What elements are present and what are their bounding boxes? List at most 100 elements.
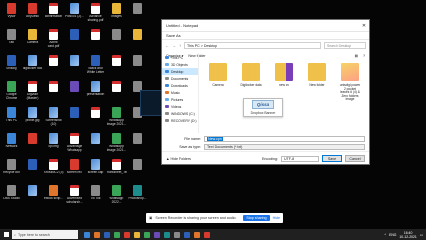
taskbar-app-icon[interactable] (174, 231, 180, 238)
desktop-icon[interactable] (127, 1, 148, 27)
desktop-icon[interactable] (85, 131, 106, 157)
desktop-icon[interactable] (43, 79, 64, 105)
search-input[interactable]: Search Desktop (324, 42, 366, 49)
nav-item[interactable]: Music (162, 89, 198, 96)
nav-item[interactable]: Documents (162, 75, 198, 82)
chevron-up-icon[interactable]: ^ (384, 233, 386, 237)
desktop-icon[interactable] (43, 53, 64, 79)
taskbar-app-icon[interactable] (164, 231, 170, 238)
desktop-icon[interactable]: Google Chrome (1, 79, 22, 105)
desktop-icon[interactable]: Admit card.pdf (43, 27, 64, 53)
start-button[interactable] (0, 229, 12, 240)
taskbar-app-icon[interactable] (94, 231, 100, 238)
nav-item[interactable]: 3D Objects (162, 61, 198, 68)
desktop-icon[interactable]: profile.jpg (22, 105, 43, 131)
desktop-icon[interactable] (127, 131, 148, 157)
nav-item[interactable]: Pictures (162, 96, 198, 103)
desktop-icon[interactable]: presentation (85, 79, 106, 105)
clock[interactable]: 16:40 10-12-2021 (399, 231, 416, 239)
save-button[interactable]: Save (322, 155, 342, 162)
desktop-icon[interactable] (64, 79, 85, 105)
save-type-select[interactable]: Text Documents (*.txt) (204, 143, 365, 150)
desktop-icon[interactable]: digilocker doc (22, 53, 43, 79)
desktop-icon[interactable] (64, 53, 85, 79)
desktop-icon[interactable]: Screenshot (10) (43, 105, 64, 131)
nav-item[interactable]: Downloads (162, 82, 198, 89)
nav-item[interactable]: This PC (162, 54, 198, 61)
desktop-icon[interactable]: whatsapp 2022... (106, 183, 127, 209)
desktop-icon[interactable]: SRIMBIC2 (3) (43, 157, 64, 183)
desktop-icon[interactable]: WhatsApp Image 2021... (106, 105, 127, 131)
notification-icon[interactable]: ▭ (420, 233, 423, 237)
desktop-icon[interactable] (106, 53, 127, 79)
language-indicator[interactable]: ENG (389, 233, 396, 237)
desktop-icon[interactable]: Pics001 (2)... (64, 1, 85, 27)
taskbar-app-icon[interactable] (184, 231, 190, 238)
desktop-icon[interactable]: Camera (22, 27, 43, 53)
desktop-icon[interactable]: screen cap (85, 157, 106, 183)
desktop-icon[interactable]: Advantage Whatsapp (64, 131, 85, 157)
desktop-icon[interactable] (22, 131, 43, 157)
desktop-icon[interactable] (106, 79, 127, 105)
nav-item[interactable]: Desktop (162, 68, 198, 75)
desktop-icon[interactable] (85, 105, 106, 131)
desktop-icon[interactable]: screen rec (64, 157, 85, 183)
desktop-icon[interactable]: WhatsApp Image 2021... (106, 131, 127, 157)
nav-item[interactable]: WINDOWS (C:) (162, 110, 198, 117)
file-item[interactable]: unisdigi power 2 pocket leaves 6 (4) & Z… (339, 63, 361, 133)
desktop-icon[interactable]: Tik Tok (85, 183, 106, 209)
taskbar-app-icon[interactable] (104, 231, 110, 238)
taskbar-app-icon[interactable] (124, 231, 130, 238)
address-bar[interactable]: This PC > Desktop (184, 42, 321, 49)
nav-item[interactable]: Videos (162, 103, 198, 110)
cancel-button[interactable]: Cancel (345, 155, 365, 162)
file-item[interactable]: New folder (306, 63, 328, 133)
taskbar-app-icon[interactable] (114, 231, 120, 238)
encoding-select[interactable]: UTF-8 (281, 155, 319, 162)
close-icon[interactable]: ✕ (359, 23, 369, 29)
desktop-icon[interactable]: Network (1, 131, 22, 157)
taskbar-app-icon[interactable] (204, 231, 210, 238)
desktop-icon[interactable]: Black and White Letter (85, 53, 106, 79)
back-arrow-icon[interactable]: ← (165, 43, 169, 48)
desktop-icon[interactable]: Photoshop... (127, 183, 148, 209)
desktop-icon[interactable]: DigiAsh (Master) (22, 79, 43, 105)
desktop-icon[interactable]: Recycle Bin (1, 157, 22, 183)
desktop-icon[interactable] (127, 53, 148, 79)
desktop-icon[interactable]: Tab (1, 27, 22, 53)
desktop-icon[interactable]: AnyDesk (22, 1, 43, 27)
stop-sharing-button[interactable]: Stop sharing (243, 215, 270, 221)
forward-arrow-icon[interactable]: → (172, 43, 176, 48)
desktop-icon[interactable] (127, 157, 148, 183)
taskbar-app-icon[interactable] (154, 231, 160, 238)
desktop-icon[interactable] (64, 27, 85, 53)
up-arrow-icon[interactable]: ↑ (179, 43, 181, 48)
desktop-icon[interactable] (106, 27, 127, 53)
desktop-icon[interactable] (64, 105, 85, 131)
hide-folders-button[interactable]: ▲ Hide Folders (166, 157, 259, 161)
desktop-icon[interactable]: ebook scrip... (43, 183, 64, 209)
desktop-icon[interactable]: cpi.img (43, 131, 64, 157)
desktop-icon[interactable]: This PC (1, 105, 22, 131)
taskbar-app-icon[interactable] (194, 231, 200, 238)
desktop-icon[interactable]: Advance sharing.pdf (85, 1, 106, 27)
desktop-icon[interactable]: confirmation (43, 1, 64, 27)
nav-item[interactable]: RECOVERY (D:) (162, 117, 198, 124)
desktop-icon[interactable]: Advertised scholarsh... (64, 183, 85, 209)
desktop-icon[interactable]: unisdig (1, 53, 22, 79)
file-name-input[interactable]: New.cpn (204, 135, 365, 142)
desktop-icon[interactable] (127, 27, 148, 53)
taskbar-app-icon[interactable] (84, 231, 90, 238)
desktop-icon[interactable] (22, 183, 43, 209)
desktop-icon[interactable]: Vysor (1, 1, 22, 27)
taskbar-search-box[interactable]: ⌕ Type here to search (12, 230, 78, 239)
desktop-icon[interactable]: marksheet_Tex... (106, 157, 127, 183)
taskbar-app-icon[interactable] (144, 231, 150, 238)
desktop-icon[interactable] (22, 157, 43, 183)
file-item[interactable]: Camera (207, 63, 229, 133)
desktop-icon[interactable]: OBS Studio (1, 183, 22, 209)
desktop-icon[interactable]: Images (106, 1, 127, 27)
desktop-icon[interactable] (85, 27, 106, 53)
hide-share-bar-button[interactable]: Hide (273, 216, 280, 220)
taskbar-app-icon[interactable] (134, 231, 140, 238)
